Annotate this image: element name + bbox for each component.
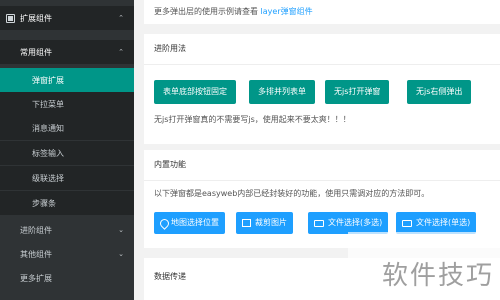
sidebar-item-label: 其他组件: [20, 249, 52, 259]
folder-icon: [402, 219, 412, 227]
sidebar-item-more[interactable]: 更多扩展: [0, 266, 134, 290]
chevron-up-icon: ⌃: [118, 14, 124, 22]
divider: [144, 180, 500, 181]
sidebar-item-label: 弹窗扩展: [32, 75, 64, 85]
sidebar-item-steps[interactable]: 步骤条: [0, 191, 134, 215]
sidebar-item-label: 级联选择: [32, 173, 64, 183]
sidebar-group-common[interactable]: 常用组件 ⌃: [0, 40, 134, 64]
multi-row-form-button[interactable]: 多排并列表单: [249, 80, 315, 104]
image-icon: [242, 219, 251, 227]
map-pin-icon: [160, 219, 167, 228]
sidebar-item-label: 进阶组件: [20, 225, 52, 235]
sidebar-item-label: 步骤条: [32, 198, 56, 208]
data-pass-title: 数据传递: [154, 272, 186, 281]
divider: [144, 64, 500, 65]
advanced-card: 进阶用法 表单底部按钮固定 多排并列表单 无js打开弹窗 无js右侧弹出 无js…: [144, 34, 500, 144]
chevron-down-icon: ⌄: [118, 226, 124, 234]
crop-image-label: 裁剪图片: [255, 218, 287, 227]
sidebar-section-extensions[interactable]: 扩展组件 ⌃: [0, 6, 134, 30]
sidebar-item-tag-input[interactable]: 标签输入: [0, 141, 134, 165]
component-icon: [6, 13, 15, 23]
top-note-card: 更多弹出层的使用示例请查看 layer弹窗组件: [144, 0, 500, 24]
folder-icon: [314, 219, 324, 227]
chevron-down-icon: ⌄: [118, 250, 124, 258]
sidebar-item-label: 下拉菜单: [32, 99, 64, 109]
advanced-title: 进阶用法: [154, 44, 186, 53]
sidebar-item-advanced[interactable]: 进阶组件 ⌄: [0, 218, 134, 242]
top-note: 更多弹出层的使用示例请查看 layer弹窗组件: [154, 6, 313, 17]
sidebar: 扩展组件 ⌃ 常用组件 ⌃ 弹窗扩展 下拉菜单 消息通知 标签输入 级联选择 步…: [0, 0, 134, 300]
file-select-multi-button[interactable]: 文件选择(多选): [308, 212, 389, 234]
sidebar-item-popup[interactable]: 弹窗扩展: [0, 68, 134, 92]
file-select-multi-label: 文件选择(多选): [328, 218, 383, 227]
top-note-text: 更多弹出层的使用示例请查看: [154, 7, 261, 16]
sidebar-group-label: 常用组件: [20, 47, 52, 57]
sidebar-item-notice[interactable]: 消息通知: [0, 116, 134, 140]
chevron-up-icon: ⌃: [118, 48, 124, 56]
watermark-text: 软件技巧: [381, 261, 494, 291]
map-select-button[interactable]: 地图选择位置: [154, 212, 225, 234]
sidebar-item-dropdown[interactable]: 下拉菜单: [0, 92, 134, 116]
file-select-single-button[interactable]: 文件选择(单选): [396, 212, 477, 234]
crop-image-button[interactable]: 裁剪图片: [236, 212, 293, 234]
map-select-label: 地图选择位置: [171, 218, 219, 227]
layer-link[interactable]: layer弹窗组件: [261, 7, 313, 16]
sidebar-section-label: 扩展组件: [20, 13, 52, 23]
no-js-open-button[interactable]: 无js打开弹窗: [325, 80, 390, 104]
form-fixed-button[interactable]: 表单底部按钮固定: [154, 80, 236, 104]
sidebar-item-label: 标签输入: [32, 148, 64, 158]
sidebar-item-other[interactable]: 其他组件 ⌄: [0, 242, 134, 266]
sidebar-item-cascader[interactable]: 级联选择: [0, 166, 134, 190]
no-js-right-popup-button[interactable]: 无js右侧弹出: [407, 80, 472, 104]
sidebar-item-label: 消息通知: [32, 123, 64, 133]
advanced-note: 无js打开弹窗真的不需要写js，使用起来不要太爽！！！: [154, 115, 351, 124]
file-select-single-label: 文件选择(单选): [416, 218, 471, 227]
sidebar-item-label: 更多扩展: [20, 273, 52, 283]
builtin-desc: 以下弹窗都是easyweb内部已经封装好的功能，使用只需调对应的方法即可。: [154, 189, 430, 198]
builtin-title: 内置功能: [154, 160, 186, 169]
